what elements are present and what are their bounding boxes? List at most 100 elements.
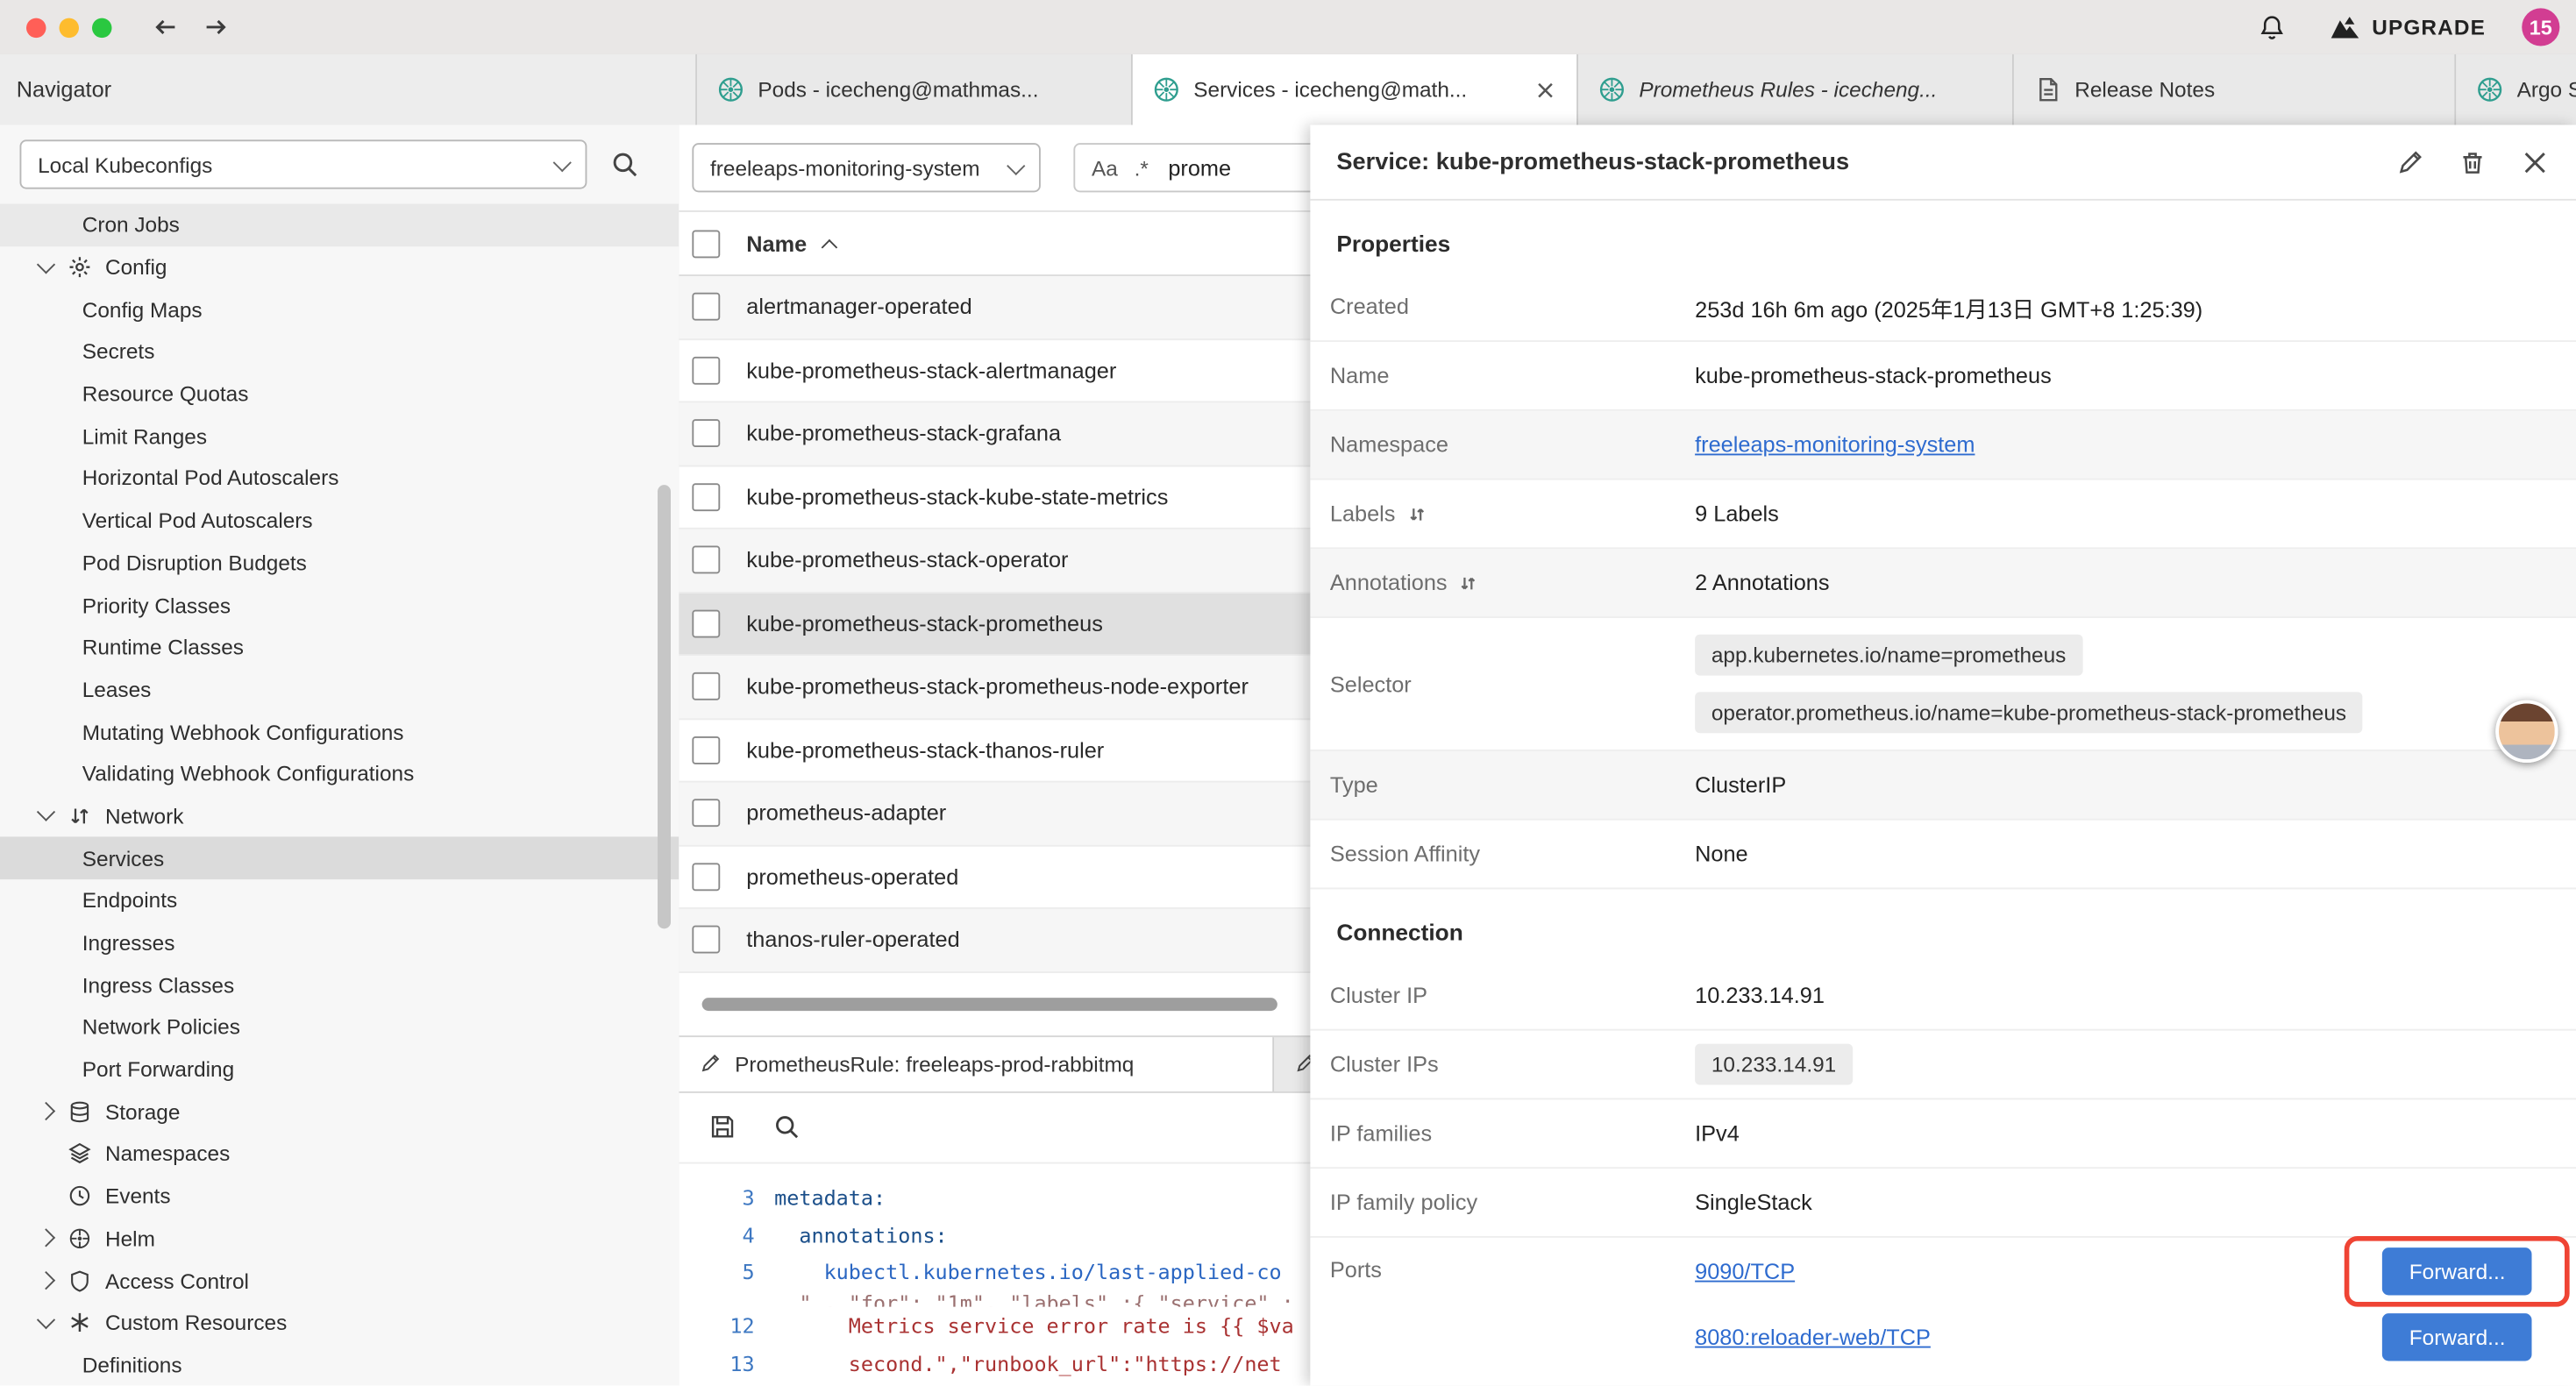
sidebar-item-cron-jobs[interactable]: Cron Jobs	[0, 204, 679, 246]
editor-tab-prometheusrule[interactable]: PrometheusRule: freeleaps-prod-rabbitmq	[679, 1036, 1274, 1091]
drawer-row-selector: Selector app.kubernetes.io/name=promethe…	[1310, 618, 2576, 751]
row-checkbox[interactable]	[692, 420, 720, 448]
port-link[interactable]: 8080:reloader-web/TCP	[1695, 1324, 1931, 1348]
row-checkbox[interactable]	[692, 736, 720, 764]
row-checkbox[interactable]	[692, 926, 720, 954]
line-number: 13	[679, 1351, 774, 1375]
sidebar-item-resource-quotas[interactable]: Resource Quotas	[0, 373, 679, 415]
presenter-avatar[interactable]	[2495, 700, 2558, 763]
horizontal-scrollbar-thumb[interactable]	[702, 997, 1277, 1010]
column-header-name[interactable]: Name	[746, 231, 807, 255]
sidebar-item-mutating-webhook-configurations[interactable]: Mutating Webhook Configurations	[0, 710, 679, 752]
port-link[interactable]: 9090/TCP	[1695, 1258, 1795, 1283]
sidebar-item-ingress-classes[interactable]: Ingress Classes	[0, 963, 679, 1006]
sidebar-item-events[interactable]: Events	[0, 1175, 679, 1217]
tab-services[interactable]: Services - icecheng@math...	[1133, 54, 1578, 125]
tab-release-notes[interactable]: Release Notes	[2014, 54, 2456, 125]
sidebar-item-horizontal-pod-autoscalers[interactable]: Horizontal Pod Autoscalers	[0, 457, 679, 499]
namespace-link[interactable]: freeleaps-monitoring-system	[1695, 432, 1975, 457]
sort-icon[interactable]	[1459, 572, 1479, 593]
row-checkbox[interactable]	[692, 293, 720, 321]
forward-button[interactable]: Forward...	[2383, 1312, 2532, 1360]
tab-pods[interactable]: Pods - icecheng@mathmas...	[697, 54, 1133, 125]
row-checkbox[interactable]	[692, 863, 720, 891]
sidebar-item-custom-resources[interactable]: Custom Resources	[0, 1302, 679, 1344]
sidebar-item-config[interactable]: Config	[0, 246, 679, 288]
sidebar-item-ingresses[interactable]: Ingresses	[0, 921, 679, 963]
kubernetes-icon	[1152, 75, 1180, 103]
kubeconfig-selector-value: Local Kubeconfigs	[38, 152, 212, 176]
notification-count-badge[interactable]: 15	[2522, 8, 2559, 46]
code-line: second.","runbook_url":"https://net	[774, 1351, 1282, 1375]
code-line: Metrics service error rate is {{ $va	[774, 1313, 1294, 1338]
sidebar-scrollbar-thumb[interactable]	[658, 485, 671, 928]
sidebar-item-validating-webhook-configurations[interactable]: Validating Webhook Configurations	[0, 753, 679, 795]
sidebar-item-helm[interactable]: Helm	[0, 1217, 679, 1259]
sidebar-item-endpoints[interactable]: Endpoints	[0, 879, 679, 921]
port-line: 8080:reloader-web/TCP Forward...	[1695, 1304, 2537, 1369]
shield-icon	[68, 1269, 92, 1293]
minimize-window-button[interactable]	[60, 18, 80, 38]
close-window-button[interactable]	[26, 18, 46, 38]
row-checkbox[interactable]	[692, 800, 720, 828]
sidebar-item-network-policies[interactable]: Network Policies	[0, 1006, 679, 1048]
tab-bar: Navigator Pods - icecheng@mathmas... Ser…	[0, 54, 2576, 127]
edit-icon[interactable]	[2395, 147, 2425, 177]
row-checkbox[interactable]	[692, 672, 720, 700]
sidebar-item-access-control[interactable]: Access Control	[0, 1260, 679, 1302]
sidebar-item-limit-ranges[interactable]: Limit Ranges	[0, 415, 679, 457]
tab-label: Argo Se	[2517, 77, 2576, 102]
sidebar-item-network[interactable]: Network	[0, 795, 679, 837]
zoom-window-button[interactable]	[92, 18, 112, 38]
regex-toggle[interactable]: .*	[1135, 155, 1149, 180]
code-line: annotations:	[774, 1223, 948, 1247]
editor-search-icon[interactable]	[772, 1112, 801, 1141]
sidebar-item-vertical-pod-autoscalers[interactable]: Vertical Pod Autoscalers	[0, 500, 679, 542]
section-title-properties: Properties	[1310, 201, 2576, 274]
sidebar-item-storage[interactable]: Storage	[0, 1091, 679, 1133]
drawer-row-ports: Ports 9090/TCP Forward... 8080:reloader-…	[1310, 1238, 2576, 1376]
kubernetes-icon	[2476, 75, 2504, 103]
tab-argo[interactable]: Argo Se	[2456, 54, 2576, 125]
sidebar-item-pod-disruption-budgets[interactable]: Pod Disruption Budgets	[0, 542, 679, 584]
row-checkbox[interactable]	[692, 546, 720, 574]
kubeconfig-selector[interactable]: Local Kubeconfigs	[20, 139, 587, 188]
forward-icon[interactable]	[203, 13, 231, 41]
upgrade-button[interactable]: UPGRADE	[2329, 15, 2486, 39]
sidebar-item-port-forwarding[interactable]: Port Forwarding	[0, 1048, 679, 1091]
notifications-bell-icon[interactable]	[2257, 12, 2287, 42]
clock-icon	[68, 1183, 92, 1208]
row-checkbox[interactable]	[692, 483, 720, 511]
sidebar-item-runtime-classes[interactable]: Runtime Classes	[0, 626, 679, 668]
row-checkbox[interactable]	[692, 356, 720, 384]
match-case-toggle[interactable]: Aa	[1092, 155, 1118, 180]
save-icon[interactable]	[708, 1112, 737, 1141]
namespace-filter-select[interactable]: freeleaps-monitoring-system	[692, 143, 1041, 192]
sidebar-item-definitions[interactable]: Definitions	[0, 1344, 679, 1386]
sidebar-item-secrets[interactable]: Secrets	[0, 331, 679, 373]
sidebar-item-leases[interactable]: Leases	[0, 668, 679, 710]
back-icon[interactable]	[152, 13, 180, 41]
details-drawer: Service: kube-prometheus-stack-prometheu…	[1310, 125, 2576, 1386]
row-checkbox[interactable]	[692, 609, 720, 637]
sidebar-item-priority-classes[interactable]: Priority Classes	[0, 584, 679, 626]
sidebar-item-services[interactable]: Services	[0, 837, 679, 879]
navigator-search-icon[interactable]	[610, 150, 640, 180]
tab-prometheus-rules[interactable]: Prometheus Rules - icecheng...	[1578, 54, 2014, 125]
close-tab-icon[interactable]	[1534, 78, 1556, 101]
delete-icon[interactable]	[2458, 147, 2487, 177]
pencil-icon	[699, 1052, 722, 1075]
port-line: 9090/TCP Forward...	[1695, 1238, 2537, 1304]
sidebar-item-config-maps[interactable]: Config Maps	[0, 288, 679, 331]
tab-label: Prometheus Rules - icecheng...	[1639, 77, 1992, 102]
close-icon[interactable]	[2520, 147, 2550, 177]
select-all-checkbox[interactable]	[692, 230, 720, 258]
upgrade-label: UPGRADE	[2372, 15, 2486, 39]
chevron-right-icon	[37, 1271, 55, 1290]
cluster-ip-chip: 10.233.14.91	[1695, 1044, 1853, 1085]
navigator-title: Navigator	[17, 77, 111, 102]
sidebar-item-namespaces[interactable]: Namespaces	[0, 1133, 679, 1175]
editor-tab-label: PrometheusRule: freeleaps-prod-rabbitmq	[735, 1051, 1134, 1076]
forward-button[interactable]: Forward...	[2383, 1247, 2532, 1294]
sort-icon[interactable]	[1407, 504, 1427, 524]
